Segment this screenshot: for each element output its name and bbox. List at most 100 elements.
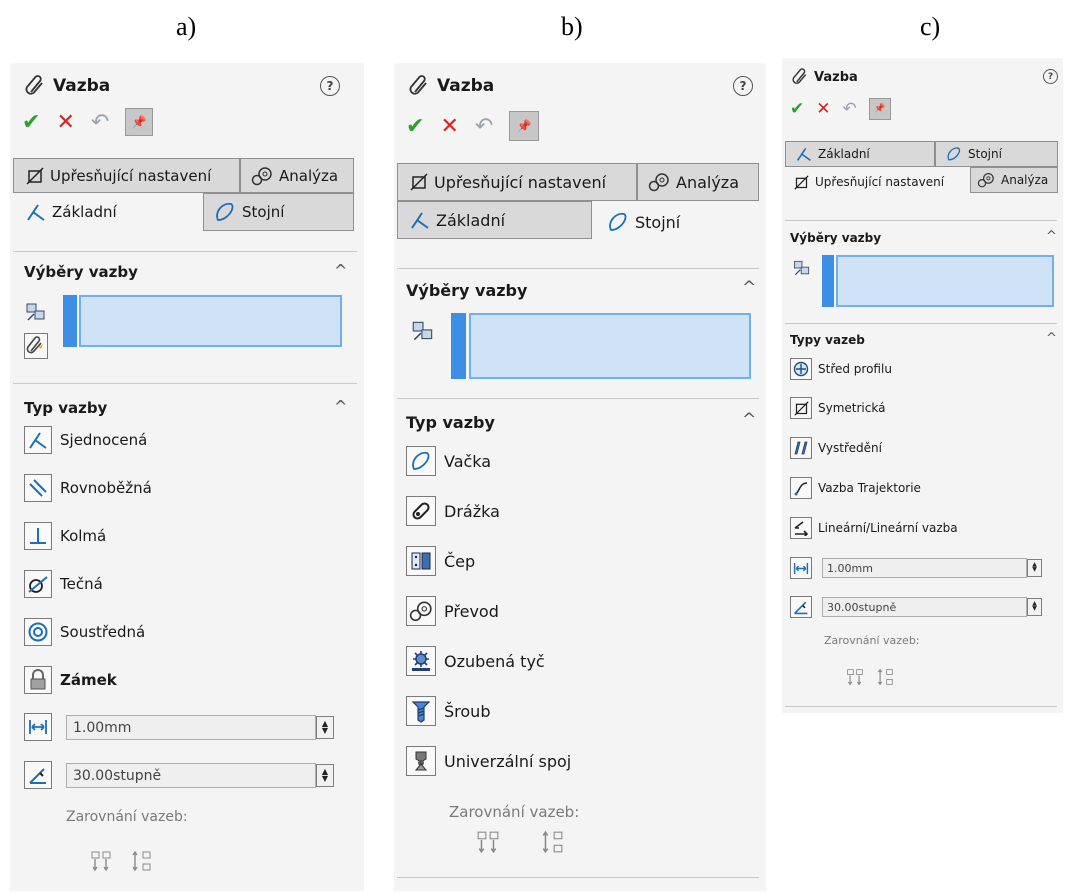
mate-option-linear-coupler[interactable]: Lineární/Lineární vazba xyxy=(790,517,958,539)
mate-option-concentric[interactable]: Soustředná xyxy=(24,618,145,646)
mate-option-width[interactable]: Vystředění xyxy=(790,437,882,459)
mate-option-perpendicular[interactable]: Kolmá xyxy=(24,522,106,550)
mate-selection-icon xyxy=(792,258,812,278)
cancel-icon[interactable]: ✕ xyxy=(440,114,458,139)
tab-advanced[interactable]: Upřesňující nastavení xyxy=(397,163,637,201)
mate-option-symmetric[interactable]: Symetrická xyxy=(790,397,885,419)
multi-mate-icon[interactable] xyxy=(24,333,48,359)
caption-a: a) xyxy=(176,12,197,41)
align-anti-aligned-icon[interactable] xyxy=(130,850,152,872)
lock-icon xyxy=(24,666,52,694)
paperclip-icon xyxy=(409,75,429,97)
ok-icon[interactable]: ✔ xyxy=(22,110,40,135)
mate-option-cam[interactable]: Vačka xyxy=(406,446,491,476)
help-icon[interactable]: ? xyxy=(733,76,753,96)
collapse-icon[interactable]: ^ xyxy=(742,410,756,430)
ok-icon[interactable]: ✔ xyxy=(790,99,804,119)
tab-analysis[interactable]: Analýza xyxy=(970,167,1058,193)
help-icon[interactable]: ? xyxy=(320,76,340,96)
mate-option-profile-center[interactable]: Střed profilu xyxy=(790,358,892,380)
mate-option-path[interactable]: Vazba Trajektorie xyxy=(790,477,921,499)
mate-option-gear[interactable]: Převod xyxy=(406,596,499,626)
tab-basic[interactable]: Základní xyxy=(785,141,935,167)
advanced-icon xyxy=(794,174,809,190)
section-title-mate-types: Typy vazeb xyxy=(790,333,865,347)
tab-advanced[interactable]: Upřesňující nastavení xyxy=(785,167,970,197)
mate-option-slot[interactable]: Drážka xyxy=(406,496,500,526)
distance-spinner[interactable]: ▲ ▼ xyxy=(316,716,334,739)
undo-icon[interactable]: ↶ xyxy=(91,110,109,135)
caption-c: c) xyxy=(920,12,941,41)
align-anti-aligned-icon[interactable] xyxy=(876,668,894,686)
align-aligned-icon[interactable] xyxy=(846,668,864,686)
symmetric-icon xyxy=(790,397,812,419)
alignment-label: Zarovnání vazeb: xyxy=(824,634,920,647)
distance-spinner[interactable]: ▲ ▼ xyxy=(1027,559,1042,577)
basic-icon xyxy=(796,147,811,162)
mate-option-universal-joint[interactable]: Univerzální spoj xyxy=(406,746,571,776)
basic-icon xyxy=(27,204,45,221)
distance-icon xyxy=(790,557,812,579)
mate-option-lock[interactable]: Zámek xyxy=(24,666,117,694)
mate-selection-icon xyxy=(24,300,48,324)
panel-header: Vazba xyxy=(792,68,858,86)
selection-list[interactable] xyxy=(469,313,751,379)
panel-header: Vazba xyxy=(25,75,110,97)
pin-icon[interactable]: 📌 xyxy=(509,111,540,141)
paperclip-icon xyxy=(792,68,808,86)
collapse-icon[interactable]: ^ xyxy=(334,397,347,416)
angle-spinner[interactable]: ▲ ▼ xyxy=(1027,598,1042,616)
tab-basic[interactable]: Základní xyxy=(13,193,203,231)
distance-input[interactable]: 1.00mm xyxy=(822,558,1027,578)
panel-title: Vazba xyxy=(53,76,111,96)
selection-list[interactable] xyxy=(79,295,342,347)
mate-option-screw[interactable]: Šroub xyxy=(406,696,490,726)
collapse-icon[interactable]: ^ xyxy=(1046,331,1057,346)
profile-center-icon xyxy=(790,358,812,380)
collapse-icon[interactable]: ^ xyxy=(742,278,756,298)
section-title-selections: Výběry vazby xyxy=(790,231,882,245)
cancel-icon[interactable]: ✕ xyxy=(816,99,830,119)
tab-basic[interactable]: Základní xyxy=(397,201,592,239)
angle-icon xyxy=(24,761,52,789)
align-aligned-icon[interactable] xyxy=(476,829,500,855)
undo-icon[interactable]: ↶ xyxy=(843,99,857,119)
screw-icon xyxy=(406,696,436,726)
distance-input[interactable]: 1.00mm xyxy=(66,715,316,740)
collapse-icon[interactable]: ^ xyxy=(1046,229,1057,244)
mate-option-hinge[interactable]: Čep xyxy=(406,546,475,576)
angle-spinner[interactable]: ▲ ▼ xyxy=(316,764,334,787)
align-aligned-icon[interactable] xyxy=(90,850,112,872)
mate-option-rack-pinion[interactable]: Ozubená tyč xyxy=(406,646,545,676)
tab-mechanical[interactable]: Stojní xyxy=(935,141,1058,167)
collapse-icon[interactable]: ^ xyxy=(334,261,347,280)
help-icon[interactable]: ? xyxy=(1043,69,1058,84)
advanced-icon xyxy=(26,166,44,185)
mate-option-tangent[interactable]: Tečná xyxy=(24,570,103,598)
mate-option-coincident[interactable]: Sjednocená xyxy=(24,426,147,454)
analysis-icon xyxy=(648,173,669,192)
pin-icon[interactable]: 📌 xyxy=(868,98,891,120)
tab-analysis[interactable]: Analýza xyxy=(240,158,354,193)
advanced-icon xyxy=(410,173,428,191)
concentric-icon xyxy=(24,618,52,646)
tab-mechanical[interactable]: Stojní xyxy=(203,193,354,231)
pin-icon[interactable]: 📌 xyxy=(125,108,154,136)
section-title-mate-type: Typ vazby xyxy=(24,399,108,417)
ok-icon[interactable]: ✔ xyxy=(406,114,424,139)
tab-analysis[interactable]: Analýza xyxy=(637,163,759,201)
mate-option-parallel[interactable]: Rovnoběžná xyxy=(24,474,152,502)
align-anti-aligned-icon[interactable] xyxy=(540,829,564,855)
selection-list[interactable] xyxy=(836,255,1054,307)
cam-icon xyxy=(406,446,436,476)
angle-input[interactable]: 30.00stupně xyxy=(66,763,316,788)
universal-joint-icon xyxy=(406,746,436,776)
alignment-label: Zarovnání vazeb: xyxy=(66,809,188,825)
angle-input[interactable]: 30.00stupně xyxy=(822,597,1027,617)
perpendicular-icon xyxy=(24,522,52,550)
alignment-label: Zarovnání vazeb: xyxy=(449,803,580,821)
cancel-icon[interactable]: ✕ xyxy=(56,110,74,135)
tab-mechanical[interactable]: Stojní xyxy=(592,201,759,243)
tab-advanced[interactable]: Upřesňující nastavení xyxy=(13,158,240,193)
undo-icon[interactable]: ↶ xyxy=(475,114,493,139)
